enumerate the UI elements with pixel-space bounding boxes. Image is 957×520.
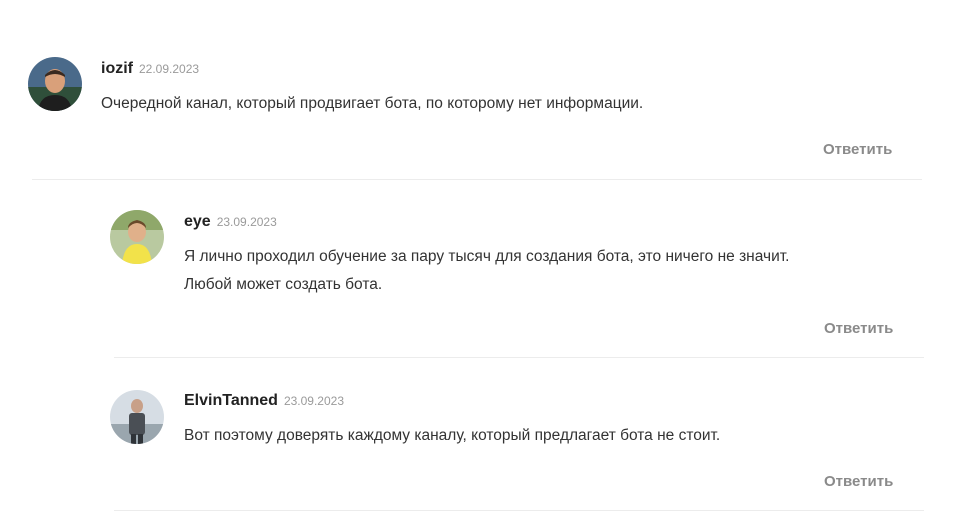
author-name[interactable]: ElvinTanned (184, 392, 278, 409)
comment-meta: ElvinTanned 23.09.2023 (184, 392, 344, 410)
user-photo-icon (28, 57, 82, 111)
user-photo-icon (110, 390, 164, 444)
comment-date: 23.09.2023 (283, 394, 344, 408)
comment-text: Вот поэтому доверять каждому каналу, кот… (184, 422, 720, 450)
divider (114, 510, 924, 511)
divider (114, 357, 924, 358)
comment-text-line: Очередной канал, который продвигает бота… (101, 95, 644, 112)
comment-meta: eye 23.09.2023 (184, 213, 277, 231)
reply-button[interactable]: Ответить (823, 141, 892, 158)
reply-button[interactable]: Ответить (824, 320, 893, 337)
comment-text-line: Любой может создать бота. (184, 276, 383, 293)
comment-meta: iozif 22.09.2023 (101, 60, 199, 78)
comment-text: Очередной канал, который продвигает бота… (101, 90, 643, 118)
avatar[interactable] (110, 210, 164, 264)
comment-text-line: Я лично проходил обучение за пару тысяч … (184, 248, 790, 265)
comment-text-line: Вот поэтому доверять каждому каналу, кот… (184, 427, 721, 444)
comment-text: Я лично проходил обучение за пару тысяч … (184, 243, 789, 299)
avatar[interactable] (28, 57, 82, 111)
author-name[interactable]: eye (184, 213, 211, 230)
comment-date: 23.09.2023 (216, 215, 277, 229)
author-name[interactable]: iozif (101, 60, 133, 77)
avatar[interactable] (110, 390, 164, 444)
user-photo-icon (110, 210, 164, 264)
divider (32, 179, 922, 180)
comment-date: 22.09.2023 (139, 62, 200, 76)
reply-button[interactable]: Ответить (824, 473, 893, 490)
